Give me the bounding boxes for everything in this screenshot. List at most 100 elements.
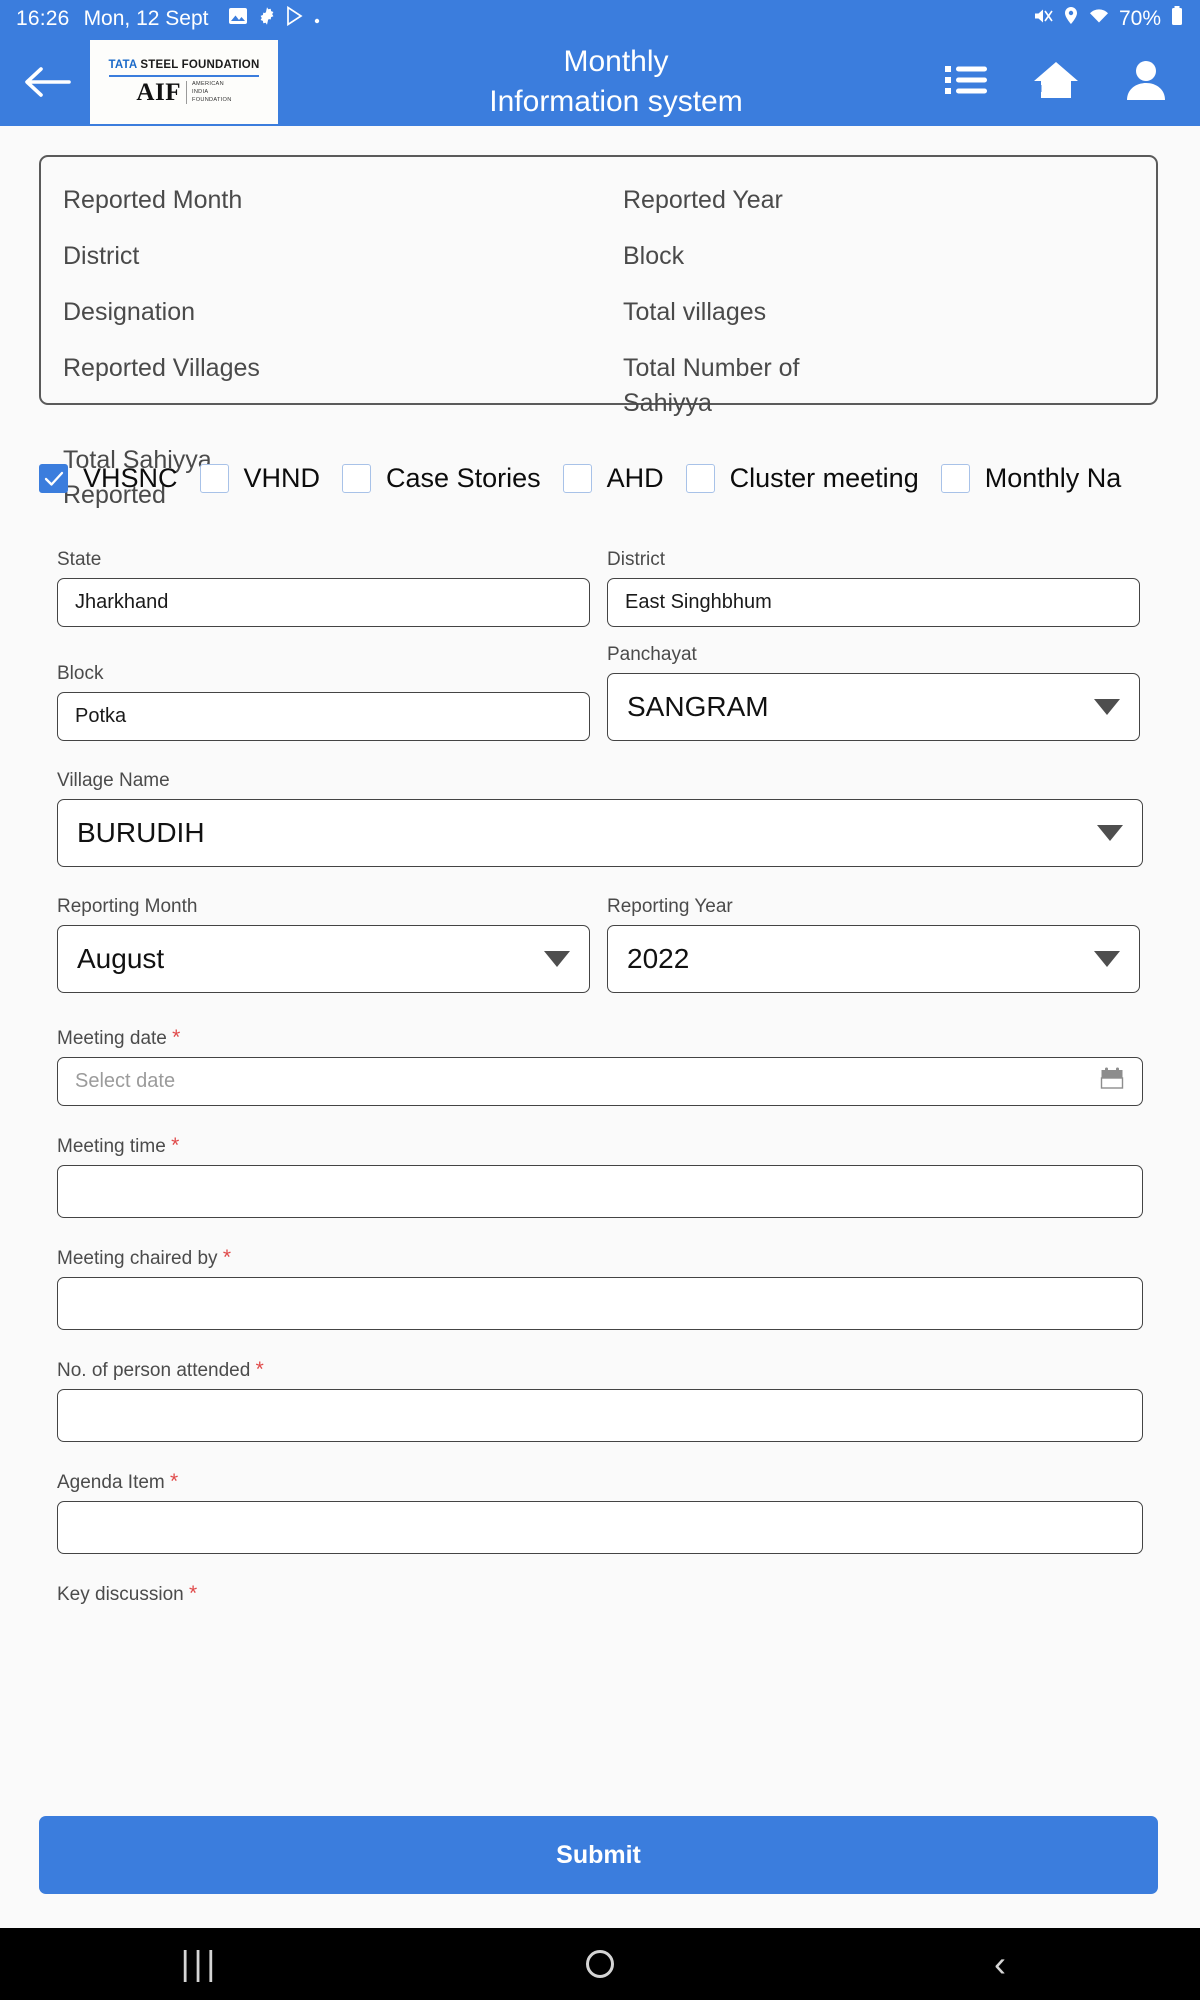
organization-logo: TATA STEEL FOUNDATION AIF AMERICAN INDIA…: [90, 40, 278, 124]
select-village-name[interactable]: BURUDIH: [57, 799, 1143, 867]
field-group-state: State Jharkhand: [57, 546, 590, 627]
logo-aif-text: AIF: [136, 78, 181, 106]
field-group-persons-attended: No. of person attended *: [0, 1356, 1200, 1442]
wifi-icon: [1088, 6, 1110, 32]
select-reporting-year-value: 2022: [627, 943, 690, 974]
checkbox-box-ahd[interactable]: [562, 464, 592, 493]
status-bar-left: 16:26 Mon, 12 Sept: [16, 5, 321, 32]
input-agenda-item[interactable]: [57, 1501, 1143, 1554]
info-label-total-sahiyya: Total Number of Sahiyya: [623, 354, 800, 417]
back-button[interactable]: [18, 53, 76, 111]
field-group-meeting-time: Meeting time *: [0, 1132, 1200, 1218]
page-content: Reported Month Reported Year District Bl…: [0, 126, 1200, 1928]
checkbox-box-vhnd[interactable]: [199, 464, 229, 493]
gear-icon: [257, 6, 277, 32]
chevron-down-icon: [544, 951, 570, 967]
logo-top-text: TATA STEEL FOUNDATION: [109, 59, 260, 71]
android-navigation-bar: ||| ‹: [0, 1928, 1200, 2000]
status-date: Mon, 12 Sept: [83, 7, 209, 30]
select-panchayat-value: SANGRAM: [627, 691, 769, 722]
label-key-discussion-text: Key discussion: [57, 1584, 184, 1605]
info-label-reported-year: Reported Year: [623, 186, 783, 214]
select-reporting-month-value: August: [77, 943, 165, 974]
field-group-reporting-year: Reporting Year 2022: [607, 893, 1140, 993]
select-village-name-value: BURUDIH: [77, 817, 205, 848]
label-persons-attended-text: No. of person attended: [57, 1360, 251, 1381]
checkbox-item-ahd[interactable]: AHD: [562, 463, 664, 494]
field-group-panchayat: Panchayat SANGRAM: [607, 641, 1140, 741]
info-label-reported-month: Reported Month: [63, 186, 243, 214]
input-meeting-date-placeholder: Select date: [75, 1070, 176, 1092]
home-circle-icon: [586, 1950, 614, 1978]
checkbox-label-monthly-na: Monthly Na: [984, 463, 1122, 493]
input-persons-attended[interactable]: [57, 1389, 1143, 1442]
label-meeting-time-text: Meeting time: [57, 1136, 166, 1157]
logo-divider: [109, 75, 259, 77]
logo-sub-line1: AMERICAN: [191, 80, 224, 87]
checkbox-label-cluster-meeting: Cluster meeting: [729, 463, 919, 493]
list-icon[interactable]: [944, 62, 988, 103]
checkbox-label-vhnd: VHND: [243, 463, 321, 493]
checkbox-item-cluster-meeting[interactable]: Cluster meeting: [685, 463, 919, 494]
home-icon[interactable]: [1032, 59, 1080, 106]
back-nav-button[interactable]: ‹: [930, 1928, 1070, 2000]
checkbox-box-monthly-na[interactable]: [940, 464, 970, 493]
profile-icon[interactable]: [1124, 58, 1168, 107]
label-meeting-chaired-by: Meeting chaired by *: [57, 1244, 1143, 1272]
logo-tata-text: TATA: [108, 59, 137, 72]
input-block[interactable]: Potka: [57, 692, 590, 741]
input-state[interactable]: Jharkhand: [57, 578, 590, 627]
checkbox-box-cluster-meeting[interactable]: [685, 464, 715, 493]
submit-button[interactable]: Submit: [39, 1816, 1158, 1894]
location-icon: [1063, 6, 1079, 32]
label-district: District: [607, 549, 666, 570]
form-row-reporting-period: Reporting Month August Reporting Year 20…: [0, 893, 1200, 993]
status-bar-right: 70%: [1032, 5, 1184, 33]
app-screen: 16:26 Mon, 12 Sept 70% TATA STEEL FOUNDA…: [0, 0, 1200, 2000]
battery-icon: [1170, 5, 1184, 33]
info-label-designation: Designation: [63, 298, 196, 326]
logo-sub-line2: INDIA: [191, 89, 209, 96]
logo-sub-line3: FOUNDATION: [191, 97, 232, 104]
chevron-down-icon: [1094, 699, 1120, 715]
checkbox-item-monthly-na[interactable]: Monthly Na: [940, 463, 1122, 494]
info-label-block: Block: [623, 242, 685, 270]
checkbox-item-vhsnc[interactable]: VHSNC: [39, 463, 178, 494]
image-icon: [228, 6, 248, 32]
back-chevron-icon: ‹: [994, 1943, 1006, 1984]
input-district[interactable]: East Singhbhum: [607, 578, 1140, 627]
required-marker: *: [189, 1582, 198, 1605]
checkbox-box-case-stories[interactable]: [342, 464, 372, 493]
label-agenda-item-text: Agenda Item: [57, 1472, 165, 1493]
report-form: State Jharkhand District East Singhbhum …: [0, 546, 1200, 1613]
label-meeting-date-text: Meeting date: [57, 1028, 167, 1049]
checkbox-label-ahd: AHD: [606, 463, 664, 493]
input-meeting-time[interactable]: [57, 1165, 1143, 1218]
required-marker: *: [255, 1358, 264, 1381]
logo-subtext: AMERICAN INDIA FOUNDATION: [192, 80, 232, 105]
label-state: State: [57, 549, 102, 570]
label-reporting-year: Reporting Year: [607, 896, 733, 917]
status-bar: 16:26 Mon, 12 Sept 70%: [0, 0, 1200, 38]
select-reporting-month[interactable]: August: [57, 925, 590, 993]
recents-icon: |||: [180, 1944, 220, 1983]
home-button[interactable]: [530, 1928, 670, 2000]
label-meeting-time: Meeting time *: [57, 1132, 1143, 1160]
checkbox-item-case-stories[interactable]: Case Stories: [342, 463, 541, 494]
label-reporting-month: Reporting Month: [57, 896, 198, 917]
play-store-icon: [286, 5, 304, 32]
battery-percent: 70%: [1118, 7, 1161, 30]
summary-info-card: Reported Month Reported Year District Bl…: [39, 155, 1158, 509]
recents-button[interactable]: |||: [130, 1928, 270, 2000]
input-meeting-chaired-by[interactable]: [57, 1277, 1143, 1330]
checkbox-item-vhnd[interactable]: VHND: [199, 463, 321, 494]
app-header: TATA STEEL FOUNDATION AIF AMERICAN INDIA…: [0, 38, 1200, 126]
input-meeting-date[interactable]: Select date: [57, 1057, 1143, 1106]
checkbox-label-case-stories: Case Stories: [386, 463, 541, 493]
calendar-icon[interactable]: [1099, 1066, 1125, 1098]
info-label-district: District: [63, 242, 140, 270]
label-persons-attended: No. of person attended *: [57, 1356, 1143, 1384]
select-panchayat[interactable]: SANGRAM: [607, 673, 1140, 741]
checkbox-box-vhsnc[interactable]: [39, 464, 68, 493]
select-reporting-year[interactable]: 2022: [607, 925, 1140, 993]
